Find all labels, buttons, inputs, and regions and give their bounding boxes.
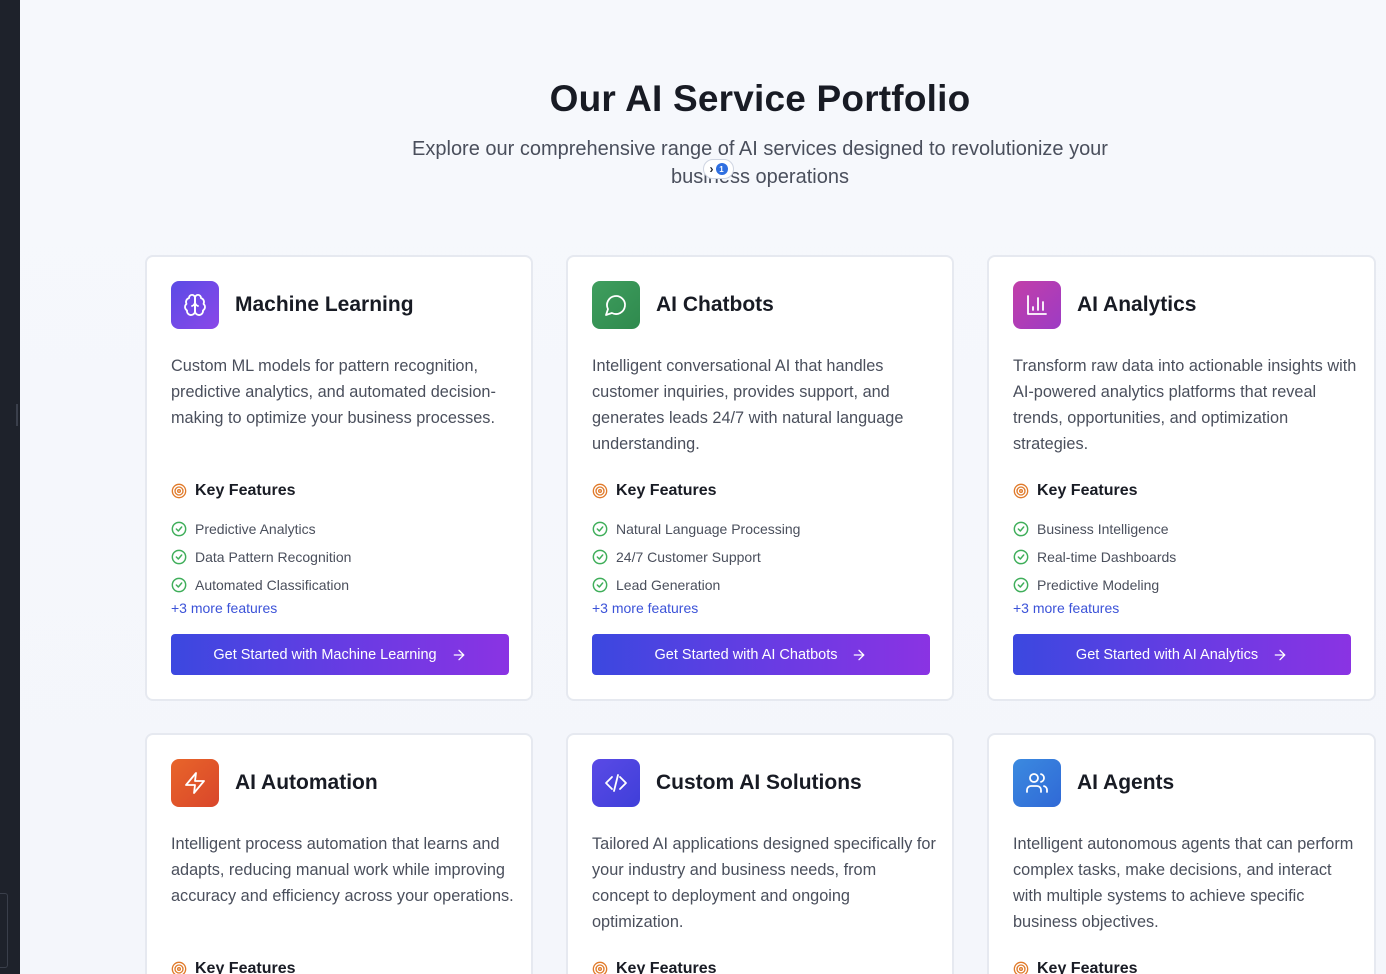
card-icon-box (592, 759, 640, 807)
key-features-label: Key Features (616, 482, 717, 499)
sidebar-resize-handle[interactable] (16, 404, 18, 426)
key-features-label: Key Features (1037, 482, 1138, 499)
key-features-heading: Key Features (171, 482, 296, 500)
feature-label: 24/7 Customer Support (616, 549, 761, 565)
check-circle-icon (1013, 521, 1029, 537)
check-circle-icon (592, 577, 608, 593)
list-item: Predictive Analytics (171, 515, 351, 543)
key-features-heading: Key Features (592, 960, 717, 974)
card-title: AI Chatbots (656, 293, 774, 316)
service-card-custom-ai-solutions: Custom AI Solutions Tailored AI applicat… (566, 733, 954, 974)
key-features-label: Key Features (195, 482, 296, 499)
check-circle-icon (592, 521, 608, 537)
get-started-button[interactable]: Get Started with AI Analytics (1013, 634, 1351, 675)
key-features-label: Key Features (616, 960, 717, 974)
target-icon (592, 483, 608, 499)
chat-bubble-icon (605, 295, 626, 316)
lightning-icon (185, 772, 205, 794)
password-manager-icon: 1 (715, 163, 728, 175)
card-description: Custom ML models for pattern recognition… (171, 357, 496, 427)
feature-label: Natural Language Processing (616, 521, 801, 537)
check-circle-icon (592, 549, 608, 565)
key-features-heading: Key Features (171, 960, 296, 974)
key-features-heading: Key Features (1013, 960, 1138, 974)
list-item: Lead Generation (592, 571, 800, 599)
page-subtitle: Explore our comprehensive range of AI se… (412, 138, 1108, 188)
feature-list: Natural Language Processing 24/7 Custome… (592, 515, 800, 599)
feature-list: Predictive Analytics Data Pattern Recogn… (171, 515, 351, 599)
check-circle-icon (171, 549, 187, 565)
chevron-right-icon: › (709, 162, 714, 176)
cta-label: Get Started with AI Analytics (1075, 646, 1259, 663)
arrow-right-icon (1274, 649, 1286, 660)
check-circle-icon (171, 521, 187, 537)
key-features-heading: Key Features (592, 482, 717, 500)
more-features-link[interactable]: +3 more features (1013, 600, 1119, 616)
check-circle-icon (1013, 549, 1029, 565)
feature-label: Lead Generation (616, 577, 721, 593)
card-title: Machine Learning (235, 293, 414, 316)
feature-list: Business Intelligence Real-time Dashboar… (1013, 515, 1176, 599)
card-title: Custom AI Solutions (656, 771, 862, 794)
target-icon (1013, 483, 1029, 499)
card-icon-box (1013, 281, 1061, 329)
list-item: Data Pattern Recognition (171, 543, 351, 571)
feature-label: Predictive Analytics (195, 521, 316, 537)
cta-label: Get Started with AI Chatbots (654, 646, 838, 663)
service-card-ai-chatbots: AI Chatbots Intelligent conversational A… (566, 255, 954, 701)
card-title: AI Agents (1077, 771, 1175, 794)
card-description: Tailored AI applications designed specif… (592, 835, 936, 931)
card-title: AI Automation (235, 771, 378, 794)
feature-label: Real-time Dashboards (1037, 549, 1177, 565)
get-started-button[interactable]: Get Started with AI Chatbots (592, 634, 930, 675)
card-icon-box (171, 759, 219, 807)
list-item: Predictive Modeling (1013, 571, 1176, 599)
target-icon (171, 483, 187, 499)
list-item: Business Intelligence (1013, 515, 1176, 543)
cta-label: Get Started with Machine Learning (213, 646, 437, 663)
check-circle-icon (1013, 577, 1029, 593)
card-icon-box (171, 281, 219, 329)
users-icon (1026, 773, 1048, 793)
arrow-right-icon (453, 649, 464, 660)
key-features-label: Key Features (1037, 960, 1138, 974)
list-item: Real-time Dashboards (1013, 543, 1176, 571)
card-icon-box (1013, 759, 1061, 807)
card-title: AI Analytics (1077, 293, 1197, 316)
target-icon (1013, 961, 1029, 974)
sidebar-panel-toggle[interactable] (0, 893, 8, 968)
service-card-ai-agents: AI Agents Intelligent autonomous agents … (987, 733, 1376, 974)
page-title: Our AI Service Portfolio (549, 78, 971, 119)
target-icon (171, 961, 187, 974)
password-manager-badge[interactable]: › 1 (703, 159, 734, 179)
get-started-button[interactable]: Get Started with Machine Learning (171, 634, 509, 675)
card-description: Intelligent autonomous agents that can p… (1013, 835, 1354, 931)
card-description: Intelligent process automation that lear… (171, 835, 514, 905)
more-features-link[interactable]: +3 more features (592, 600, 698, 616)
services-section: Our AI Service Portfolio Explore our com… (20, 0, 1386, 974)
list-item: Natural Language Processing (592, 515, 800, 543)
more-features-link[interactable]: +3 more features (171, 600, 277, 616)
brain-icon (184, 294, 206, 316)
feature-label: Business Intelligence (1037, 521, 1169, 537)
service-card-machine-learning: Machine Learning Custom ML models for pa… (145, 255, 533, 701)
target-icon (592, 961, 608, 974)
list-item: Automated Classification (171, 571, 351, 599)
left-sidebar-rail (0, 0, 20, 974)
card-icon-box (592, 281, 640, 329)
arrow-right-icon (854, 649, 865, 660)
service-card-ai-analytics: AI Analytics Transform raw data into act… (987, 255, 1376, 701)
check-circle-icon (171, 577, 187, 593)
feature-label: Automated Classification (195, 577, 350, 593)
service-card-ai-automation: AI Automation Intelligent process automa… (145, 733, 533, 974)
card-description: Intelligent conversational AI that handl… (592, 357, 904, 453)
feature-label: Predictive Modeling (1037, 577, 1160, 593)
list-item: 24/7 Customer Support (592, 543, 800, 571)
bar-chart-icon (1027, 295, 1047, 315)
card-description: Transform raw data into actionable insig… (1013, 357, 1357, 453)
key-features-label: Key Features (195, 960, 296, 974)
key-features-heading: Key Features (1013, 482, 1138, 500)
feature-label: Data Pattern Recognition (195, 549, 352, 565)
code-icon (605, 774, 627, 792)
